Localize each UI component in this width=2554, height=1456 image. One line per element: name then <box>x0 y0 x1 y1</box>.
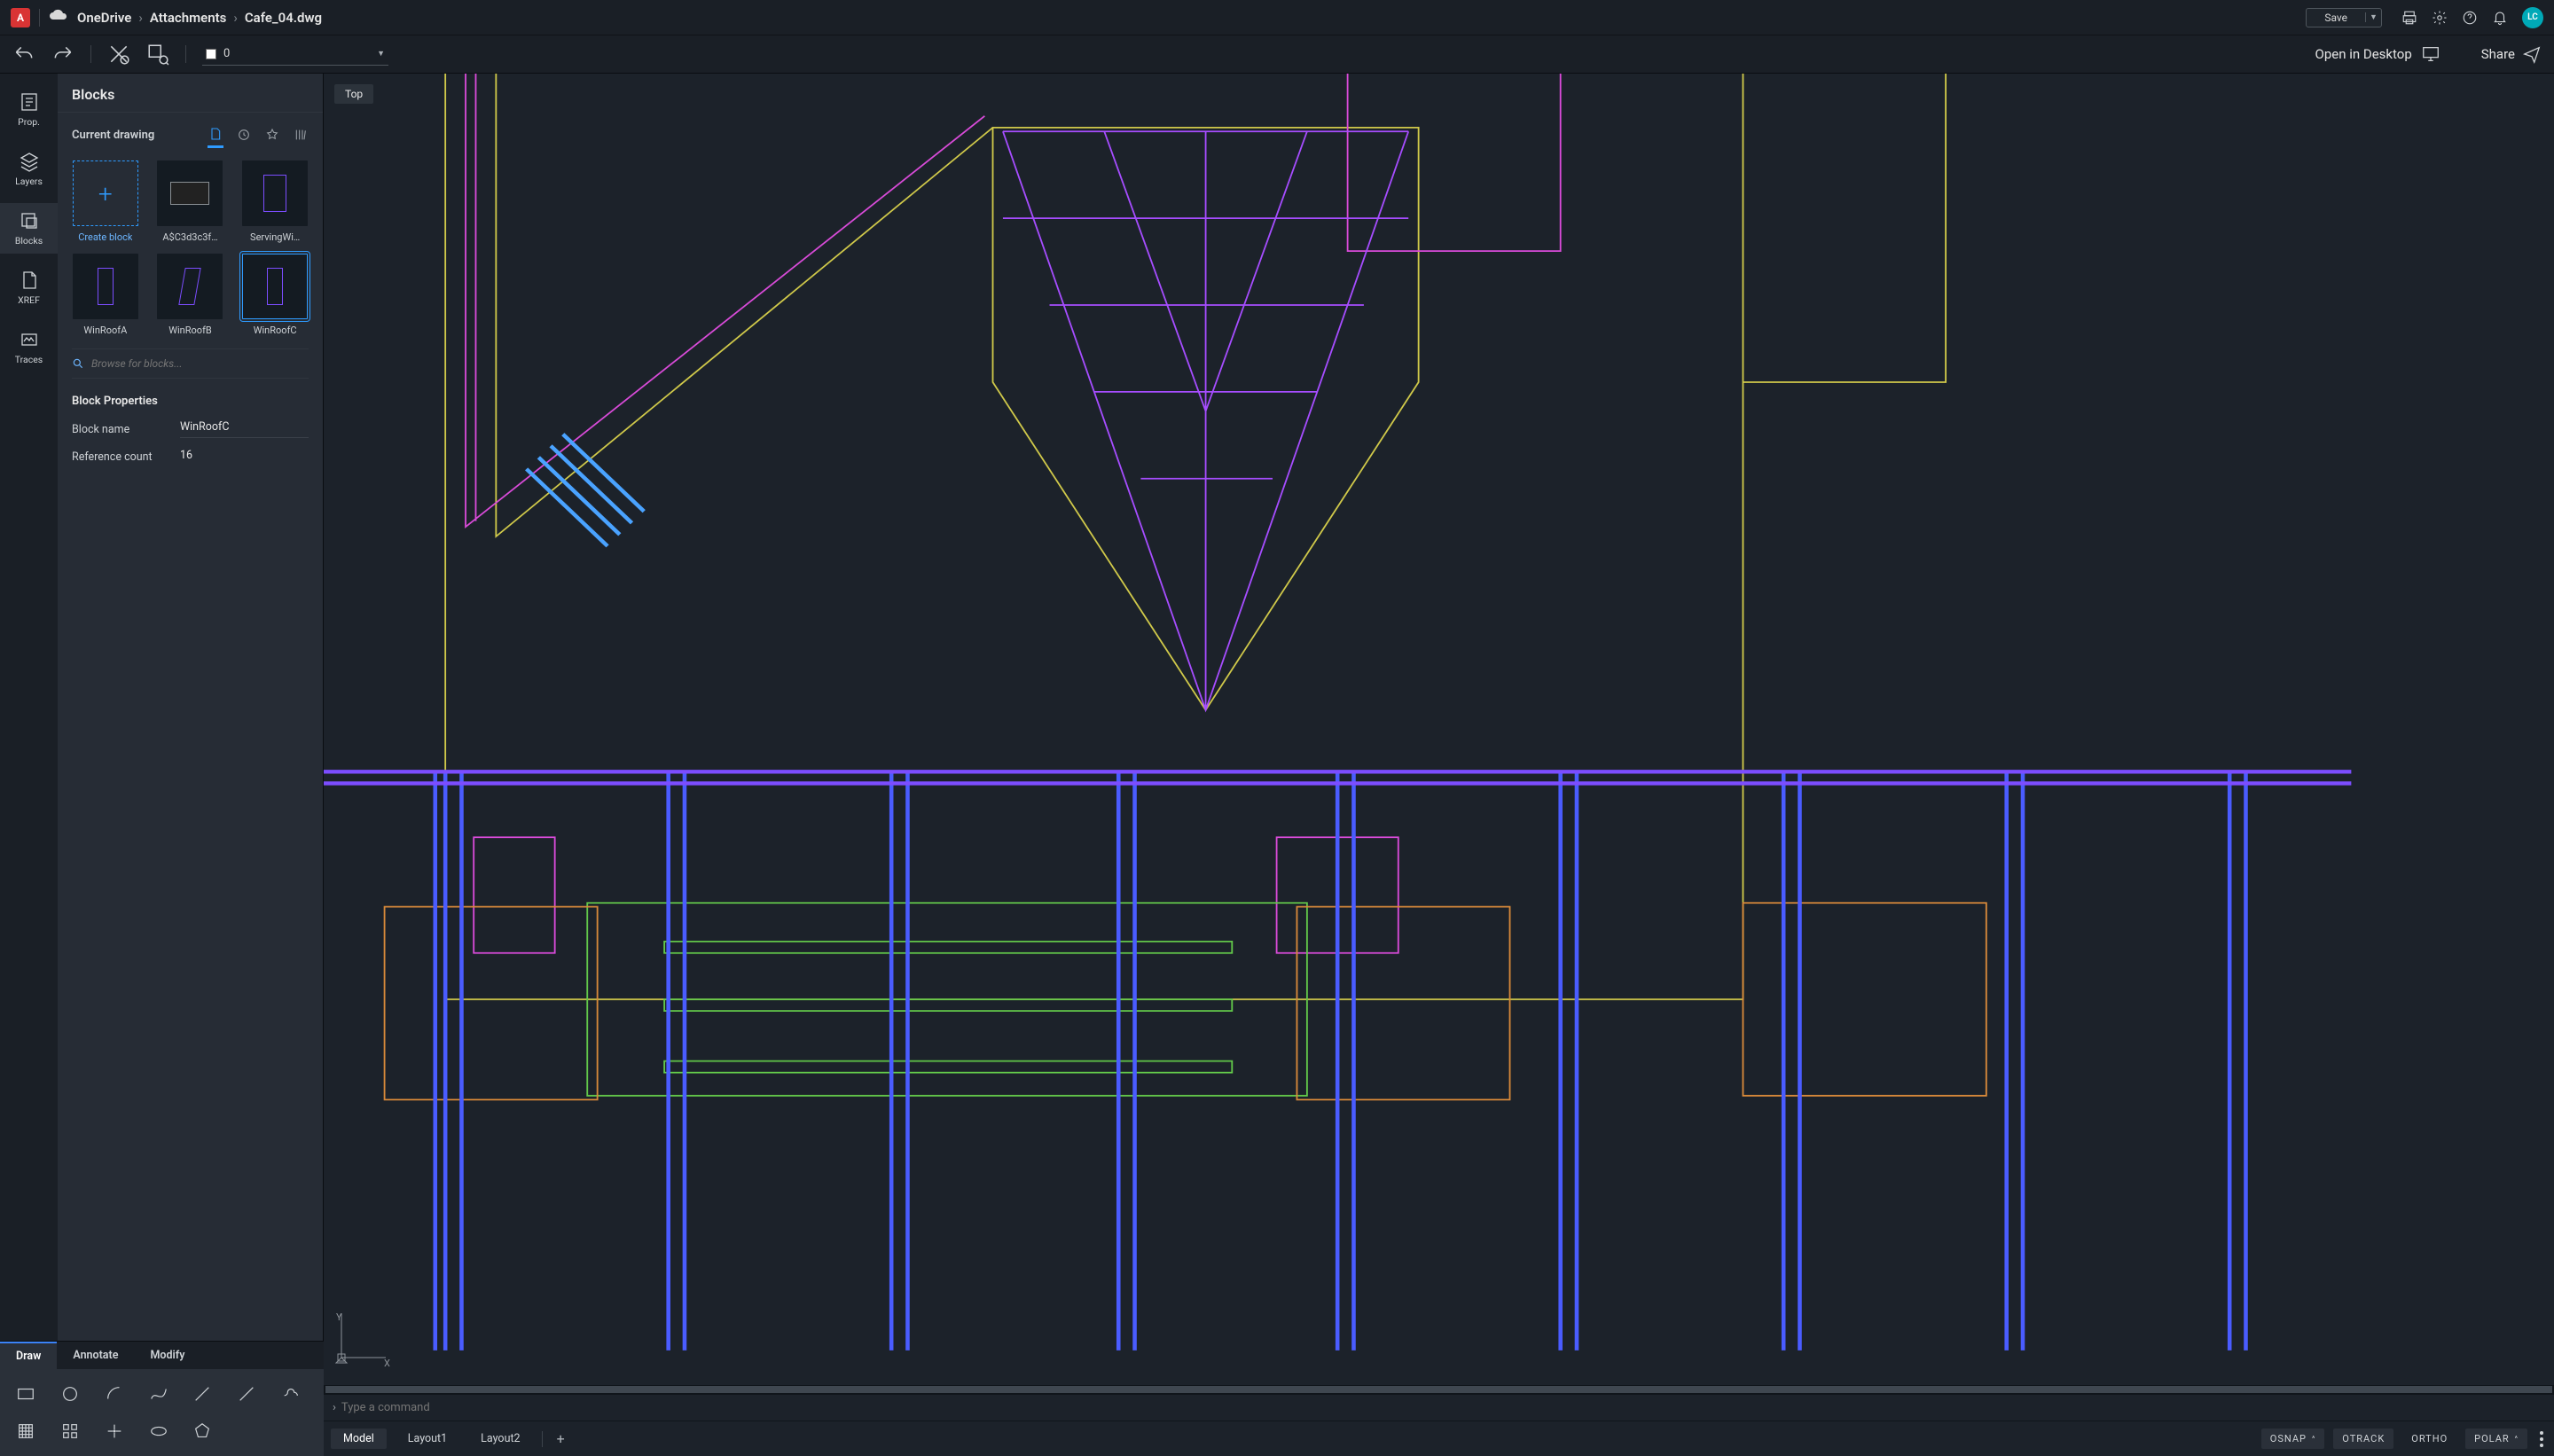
avatar[interactable]: LC <box>2522 7 2543 28</box>
save-dropdown-icon[interactable]: ▼ <box>2365 12 2381 22</box>
block-tile[interactable]: ServingWi… <box>236 160 314 243</box>
browse-blocks-row[interactable] <box>72 348 309 379</box>
tool-circle[interactable] <box>55 1382 85 1406</box>
xref-icon <box>19 270 40 291</box>
create-block-tile[interactable]: + Create block <box>67 160 145 243</box>
traces-icon <box>19 329 40 350</box>
rail-item-layers[interactable]: Layers <box>0 144 58 194</box>
layer-color-swatch <box>206 49 216 59</box>
undo-icon[interactable] <box>12 43 35 66</box>
blocks-grid: + Create block A$C3d3c3f… ServingWi… Win… <box>58 148 323 340</box>
chevron-down-icon: ▼ <box>377 49 385 59</box>
tab-recent-icon[interactable] <box>236 121 252 148</box>
layer-select[interactable]: 0 ▼ <box>202 43 388 66</box>
search-icon <box>72 357 84 370</box>
block-tile[interactable]: A$C3d3c3f… <box>152 160 230 243</box>
actionbar: 0 ▼ Open in Desktop Share <box>0 35 2554 74</box>
add-layout-button[interactable]: + <box>552 1430 570 1447</box>
tool-array[interactable] <box>55 1419 85 1444</box>
block-tile-selected[interactable]: WinRoofC <box>236 254 314 336</box>
open-in-desktop-button[interactable]: Open in Desktop <box>2315 44 2440 64</box>
rail-item-properties[interactable]: Prop. <box>0 84 58 135</box>
tool-revcloud[interactable] <box>276 1382 306 1406</box>
zoom-window-icon[interactable] <box>146 43 169 66</box>
block-tile[interactable]: WinRoofB <box>152 254 230 336</box>
snap-polar[interactable]: POLAR^ <box>2465 1429 2527 1449</box>
tool-line[interactable] <box>231 1382 262 1406</box>
snap-otrack[interactable]: OTRACK <box>2333 1429 2393 1449</box>
ucs-icon[interactable]: Y X <box>333 1304 395 1369</box>
drawing-canvas[interactable]: Top <box>324 74 2554 1385</box>
layers-icon <box>19 151 40 172</box>
tool-tab-draw[interactable]: Draw <box>0 1342 57 1369</box>
prop-block-name-value[interactable]: WinRoofC <box>180 420 309 438</box>
sheet-tab-layout1[interactable]: Layout1 <box>396 1429 459 1449</box>
horizontal-scrollbar[interactable] <box>324 1385 2554 1394</box>
browse-blocks-input[interactable] <box>91 357 309 370</box>
status-more-icon[interactable] <box>2536 1431 2547 1447</box>
block-properties-title: Block Properties <box>58 379 323 415</box>
blocks-icon <box>19 210 40 231</box>
tool-rectangle[interactable] <box>11 1382 41 1406</box>
breadcrumb-folder[interactable]: Attachments <box>150 10 226 26</box>
draw-tools <box>0 1369 324 1456</box>
tool-spline[interactable] <box>144 1382 174 1406</box>
redo-icon[interactable] <box>51 43 74 66</box>
help-icon[interactable] <box>2462 10 2478 26</box>
tab-drawing-icon[interactable] <box>208 121 223 148</box>
gear-icon[interactable] <box>2432 10 2448 26</box>
tool-hatch[interactable] <box>11 1419 41 1444</box>
app-logo[interactable]: A <box>11 8 30 27</box>
monitor-icon <box>2421 44 2440 64</box>
status-bar: Model Layout1 Layout2 + OSNAP^ OTRACK OR… <box>324 1421 2554 1456</box>
block-tile[interactable]: WinRoofA <box>67 254 145 336</box>
tool-tabs: Draw Annotate Modify <box>0 1341 324 1369</box>
panel-title: Blocks <box>58 74 323 113</box>
plus-icon: + <box>98 179 113 208</box>
prop-reference-count: Reference count 16 <box>58 443 323 471</box>
sheet-tab-model[interactable]: Model <box>331 1429 387 1449</box>
share-button[interactable]: Share <box>2481 44 2542 64</box>
rail-item-xref[interactable]: XREF <box>0 262 58 313</box>
properties-icon <box>19 91 40 113</box>
tool-arc[interactable] <box>99 1382 129 1406</box>
tool-point[interactable] <box>99 1419 129 1444</box>
left-rail: Prop. Layers Blocks XREF Traces <box>0 74 58 1341</box>
rail-item-traces[interactable]: Traces <box>0 322 58 372</box>
rail-item-blocks[interactable]: Blocks <box>0 203 58 254</box>
panel-subtitle: Current drawing <box>72 129 154 142</box>
send-icon <box>2522 44 2542 64</box>
command-input[interactable] <box>341 1401 2545 1414</box>
prop-block-name: Block name WinRoofC <box>58 415 323 443</box>
tool-tab-modify[interactable]: Modify <box>134 1342 200 1369</box>
tool-polygon[interactable] <box>187 1419 217 1444</box>
breadcrumb: OneDrive › Attachments › Cafe_04.dwg <box>77 10 322 26</box>
tool-dimension[interactable] <box>187 1382 217 1406</box>
topbar: A OneDrive › Attachments › Cafe_04.dwg S… <box>0 0 2554 35</box>
tool-tab-annotate[interactable]: Annotate <box>57 1342 134 1369</box>
snap-ortho[interactable]: ORTHO <box>2402 1429 2456 1449</box>
sheet-tab-layout2[interactable]: Layout2 <box>468 1429 532 1449</box>
breadcrumb-file[interactable]: Cafe_04.dwg <box>245 10 322 26</box>
snap-osnap[interactable]: OSNAP^ <box>2261 1429 2325 1449</box>
print-icon[interactable] <box>2401 10 2417 26</box>
breadcrumb-root[interactable]: OneDrive <box>77 10 131 26</box>
save-button[interactable]: Save ▼ <box>2306 8 2382 27</box>
tool-ellipse[interactable] <box>144 1419 174 1444</box>
command-line[interactable]: › <box>324 1394 2554 1421</box>
tab-favorite-icon[interactable] <box>264 121 280 148</box>
cloud-icon <box>49 9 68 27</box>
bell-icon[interactable] <box>2492 10 2508 26</box>
layer-name: 0 <box>223 47 230 60</box>
blocks-panel: Blocks Current drawing + Create block <box>58 74 324 1341</box>
tab-library-icon[interactable] <box>293 121 309 148</box>
zoom-extents-icon[interactable] <box>107 43 130 66</box>
